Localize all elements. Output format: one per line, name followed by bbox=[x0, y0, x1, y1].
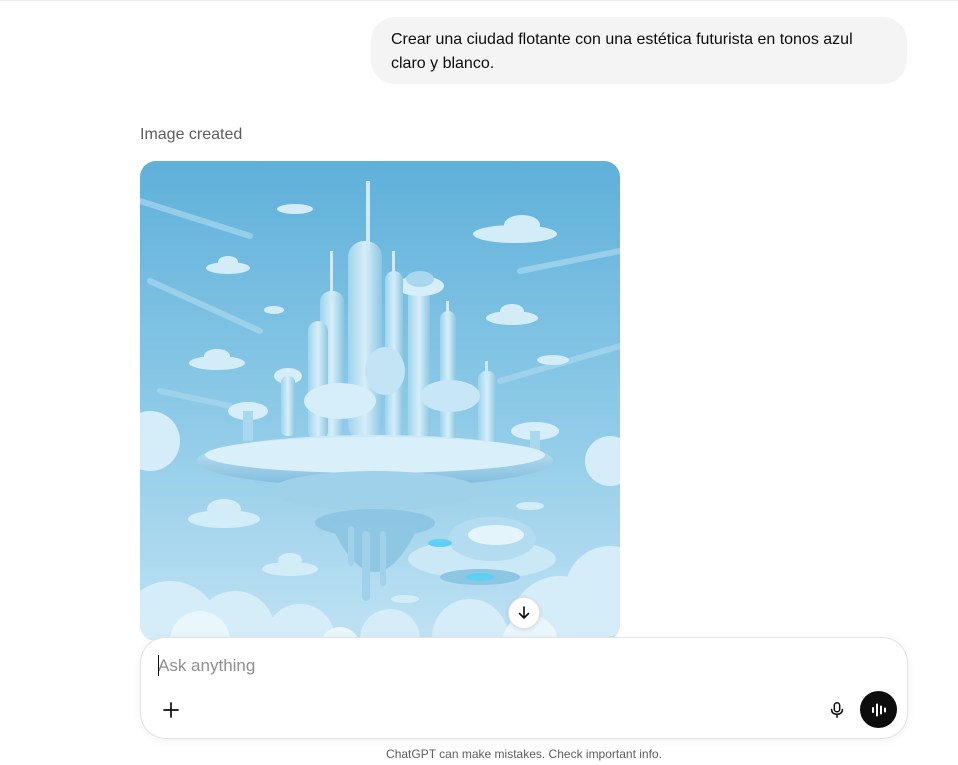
message-composer bbox=[140, 637, 908, 739]
image-created-label: Image created bbox=[140, 126, 243, 143]
arrow-down-icon bbox=[518, 606, 530, 619]
voice-mode-button[interactable] bbox=[860, 691, 897, 728]
top-divider bbox=[0, 0, 958, 1]
plus-icon bbox=[163, 702, 179, 718]
prompt-input[interactable] bbox=[158, 654, 798, 678]
microphone-icon bbox=[830, 702, 844, 718]
disclaimer-text: ChatGPT can make mistakes. Check importa… bbox=[386, 747, 662, 761]
voice-mode-icon bbox=[871, 703, 886, 716]
user-message-text: Crear una ciudad flotante con una estéti… bbox=[391, 31, 853, 72]
dictate-button[interactable] bbox=[821, 694, 853, 726]
floating-city-illustration bbox=[140, 161, 620, 641]
attach-button[interactable] bbox=[155, 694, 187, 726]
scroll-to-bottom-button[interactable] bbox=[508, 597, 540, 629]
generated-image[interactable] bbox=[140, 161, 620, 641]
text-caret bbox=[158, 655, 159, 676]
user-message-bubble: Crear una ciudad flotante con una estéti… bbox=[371, 17, 907, 84]
